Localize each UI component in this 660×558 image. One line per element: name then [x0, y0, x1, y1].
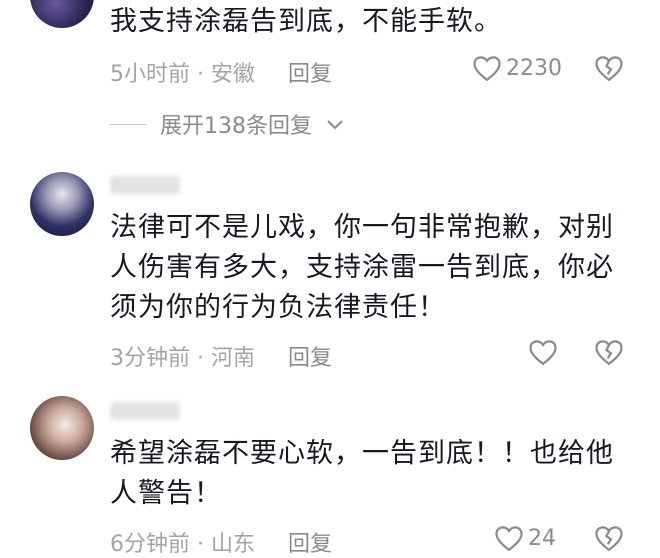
avatar[interactable] [30, 172, 94, 236]
like-button[interactable]: 2230 [472, 54, 562, 82]
dislike-button[interactable] [594, 524, 624, 552]
meta-separator: · [190, 346, 211, 371]
comment-text: 我支持涂磊告到底，不能手软。 [110, 6, 502, 37]
heart-outline-icon [528, 338, 558, 366]
comment-location: 山东 [210, 532, 255, 557]
comment-meta: 6分钟前 · 山东 回复 [110, 526, 332, 558]
heart-outline-icon [472, 54, 502, 82]
like-button[interactable] [528, 338, 562, 366]
comment-time: 3分钟前 [110, 346, 190, 371]
reply-button[interactable]: 回复 [288, 62, 332, 87]
broken-heart-icon [594, 54, 624, 82]
like-button[interactable]: 24 [494, 524, 556, 552]
username-blurred[interactable] [110, 176, 180, 194]
expand-replies-button[interactable]: 展开138条回复 [110, 108, 344, 140]
comment-meta: 3分钟前 · 河南 回复 [110, 340, 332, 372]
like-count: 2230 [506, 55, 562, 81]
expand-replies-label: 展开138条回复 [160, 114, 312, 139]
avatar[interactable] [30, 0, 94, 28]
comment-meta: 5小时前 · 安徽 回复 [110, 56, 332, 88]
meta-separator: · [190, 532, 211, 557]
dislike-button[interactable] [594, 338, 624, 366]
avatar[interactable] [30, 396, 94, 460]
reply-button[interactable]: 回复 [288, 532, 332, 557]
like-count: 24 [528, 525, 556, 551]
reply-button[interactable]: 回复 [288, 346, 332, 371]
broken-heart-icon [594, 524, 624, 552]
dislike-button[interactable] [594, 54, 624, 82]
chevron-down-icon [326, 112, 344, 137]
comment-time: 6分钟前 [110, 532, 190, 557]
divider-line [110, 123, 146, 125]
comment-text: 希望涂磊不要心软，一告到底！！也给他人警告！ [110, 438, 614, 509]
comment-location: 河南 [210, 346, 255, 371]
username-blurred[interactable] [110, 402, 180, 420]
meta-separator: · [190, 62, 211, 87]
heart-outline-icon [494, 524, 524, 552]
comment-location: 安徽 [210, 62, 255, 87]
comment-text: 法律可不是儿戏，你一句非常抱歉，对别人伤害有多大，支持涂雷一告到底，你必须为你的… [110, 212, 614, 323]
broken-heart-icon [594, 338, 624, 366]
comment-time: 5小时前 [110, 62, 190, 87]
